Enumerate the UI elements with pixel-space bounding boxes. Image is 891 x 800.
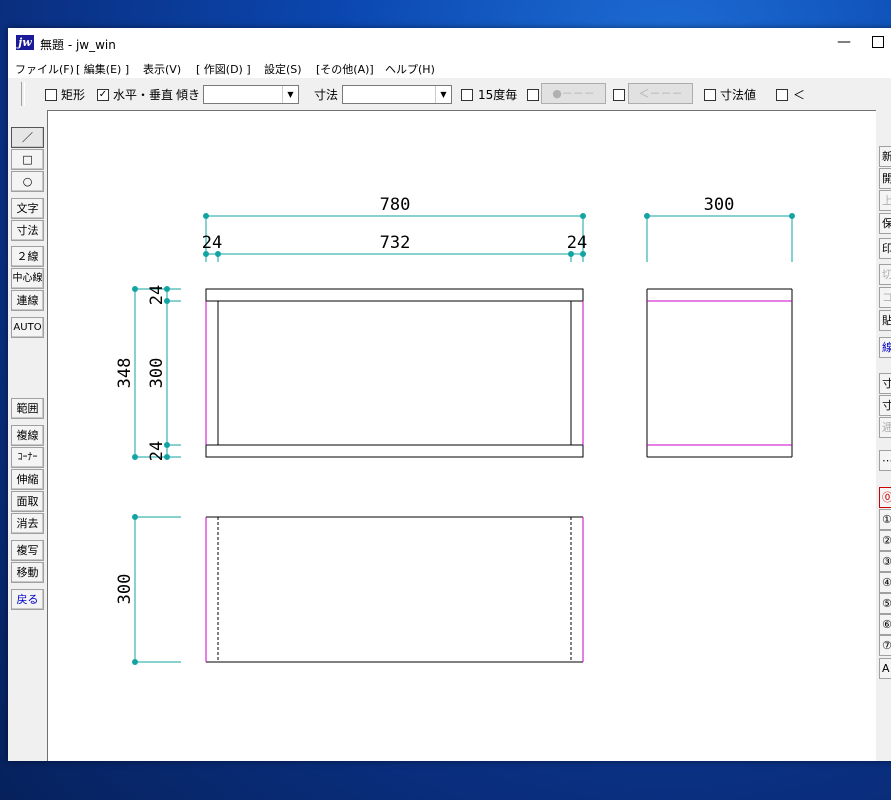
maximize-button[interactable] (872, 36, 884, 48)
layer-1[interactable]: ① (879, 509, 891, 530)
tool-multi-line[interactable]: 複線 (11, 425, 44, 446)
dim-text-300-bottom: 300 (115, 574, 135, 605)
tool-dots[interactable]: ⋯ (879, 450, 891, 471)
menu-other[interactable]: [その他(A)] (316, 61, 374, 77)
menu-edit[interactable]: [ 編集(E) ] (76, 61, 129, 77)
tool-new[interactable]: 新 (879, 146, 891, 167)
app-window: jw 無題 - jw_win — ファイル(F) [ 編集(E) ] 表示(V)… (8, 28, 891, 761)
tool-rect[interactable]: □ (11, 149, 44, 170)
dim-combo[interactable]: ▼ (342, 85, 452, 104)
layer-4[interactable]: ④ (879, 572, 891, 593)
menu-bar: ファイル(F) [ 編集(E) ] 表示(V) [ 作図(D) ] 設定(S) … (8, 58, 891, 78)
tool-text[interactable]: 文字 (11, 198, 44, 219)
hv-label: 水平・垂直 (113, 88, 174, 102)
tool-dimension[interactable]: 寸法 (11, 220, 44, 241)
dim-text-300-vert: 300 (147, 358, 167, 389)
menu-file[interactable]: ファイル(F) (15, 61, 74, 77)
title-bar: jw 無題 - jw_win — (8, 28, 891, 58)
arrow-line-button[interactable]: ＜－－－ (628, 83, 693, 104)
layer-2[interactable]: ② (879, 530, 891, 551)
layer-6[interactable]: ⑥ (879, 614, 891, 635)
layer-0[interactable]: ⓪ (879, 487, 891, 508)
hv-checkbox[interactable]: ✓ (97, 89, 109, 101)
angle-combo[interactable]: ▼ (203, 85, 299, 104)
last-checkbox[interactable] (776, 89, 788, 101)
dim-text-24-right: 24 (567, 233, 587, 253)
tool-range[interactable]: 範囲 (11, 398, 44, 419)
menu-view[interactable]: 表示(V) (143, 61, 181, 77)
control-toolbar: 矩形 ✓ 水平・垂直 傾き ▼ 寸法 ▼ 15度毎 ●－－－ ＜－－－ 寸法値 … (8, 78, 891, 110)
tool-connect[interactable]: 連線 (11, 290, 44, 311)
dot-line-button[interactable]: ●－－－ (541, 83, 606, 104)
tool-dim-2[interactable]: 寸 (879, 395, 891, 416)
desktop-bottom (0, 761, 891, 800)
tool-copy-clip[interactable]: コ (879, 287, 891, 308)
dim-text-300-top: 300 (704, 195, 735, 215)
tool-stretch[interactable]: 伸縮 (11, 469, 44, 490)
tool-copy[interactable]: 複写 (11, 540, 44, 561)
tool-corner[interactable]: ｺｰﾅｰ (11, 447, 44, 468)
menu-draw[interactable]: [ 作図(D) ] (196, 61, 251, 77)
dimval-checkbox[interactable] (704, 89, 716, 101)
tool-print[interactable]: 印 (879, 238, 891, 259)
arrow-checkbox[interactable] (613, 89, 625, 101)
last-label: ＜ (793, 88, 806, 102)
tool-undo[interactable]: 戻る (11, 589, 44, 610)
tool-overwrite[interactable]: 上 (879, 190, 891, 211)
cad-drawing: 780 300 24 732 24 348 300 24 24 300 (115, 195, 795, 665)
layer-7[interactable]: ⑦ (879, 635, 891, 656)
tool-dim-3[interactable]: 逓 (879, 417, 891, 438)
rect-checkbox[interactable] (45, 89, 57, 101)
left-toolbar: ／ □ ○ 文字 寸法 ２線 中心線 連線 AUTO 範囲 複線 ｺｰﾅｰ 伸縮… (8, 110, 46, 760)
tool-line-type[interactable]: 線 (879, 337, 891, 358)
plan-view (206, 516, 583, 663)
rect-label: 矩形 (61, 88, 86, 102)
window-title: 無題 - jw_win (40, 38, 116, 52)
dim-label: 寸法 (314, 88, 339, 102)
tool-erase[interactable]: 消去 (11, 513, 44, 534)
deg15-label: 15度毎 (478, 88, 518, 102)
dimval-label: 寸法値 (720, 88, 757, 102)
dim-text-24-bottom: 24 (147, 441, 167, 461)
right-toolbar: 新 開 上 保 印 切 コ 貼 線 寸 寸 逓 ⋯ ⓪ ① ② ③ ④ ⑤ ⑥ … (876, 110, 891, 760)
tool-move[interactable]: 移動 (11, 562, 44, 583)
tool-chamfer[interactable]: 面取 (11, 491, 44, 512)
minimize-button[interactable]: — (834, 30, 854, 54)
app-icon: jw (16, 35, 34, 50)
dim-text-348: 348 (115, 358, 135, 389)
tool-dim-1[interactable]: 寸 (879, 373, 891, 394)
tool-auto[interactable]: AUTO (11, 317, 44, 338)
tool-cut[interactable]: 切 (879, 264, 891, 285)
layer-all[interactable]: A (879, 658, 891, 679)
chevron-down-icon[interactable]: ▼ (282, 86, 298, 103)
deg15-checkbox[interactable] (461, 89, 473, 101)
dim-text-24-left: 24 (202, 233, 222, 253)
menu-settings[interactable]: 設定(S) (264, 61, 302, 77)
toolbar-grip[interactable] (21, 82, 25, 106)
tool-open[interactable]: 開 (879, 168, 891, 189)
dim-text-780: 780 (380, 195, 411, 215)
tool-save[interactable]: 保 (879, 213, 891, 234)
front-view (205, 288, 584, 458)
layer-5[interactable]: ⑤ (879, 593, 891, 614)
tool-double-line[interactable]: ２線 (11, 246, 44, 267)
tool-line[interactable]: ／ (11, 127, 44, 148)
chevron-down-icon[interactable]: ▼ (435, 86, 451, 103)
layer-3[interactable]: ③ (879, 551, 891, 572)
tool-paste[interactable]: 貼 (879, 310, 891, 331)
dim-text-24-top: 24 (147, 285, 167, 305)
dim-text-732: 732 (380, 233, 411, 253)
angle-label: 傾き (176, 88, 201, 102)
dot-checkbox[interactable] (527, 89, 539, 101)
side-view (646, 288, 793, 458)
menu-help[interactable]: ヘルプ(H) (385, 61, 435, 77)
drawing-canvas[interactable]: 780 300 24 732 24 348 300 24 24 300 (47, 110, 876, 761)
tool-circle[interactable]: ○ (11, 171, 44, 192)
tool-center-line[interactable]: 中心線 (11, 268, 44, 289)
